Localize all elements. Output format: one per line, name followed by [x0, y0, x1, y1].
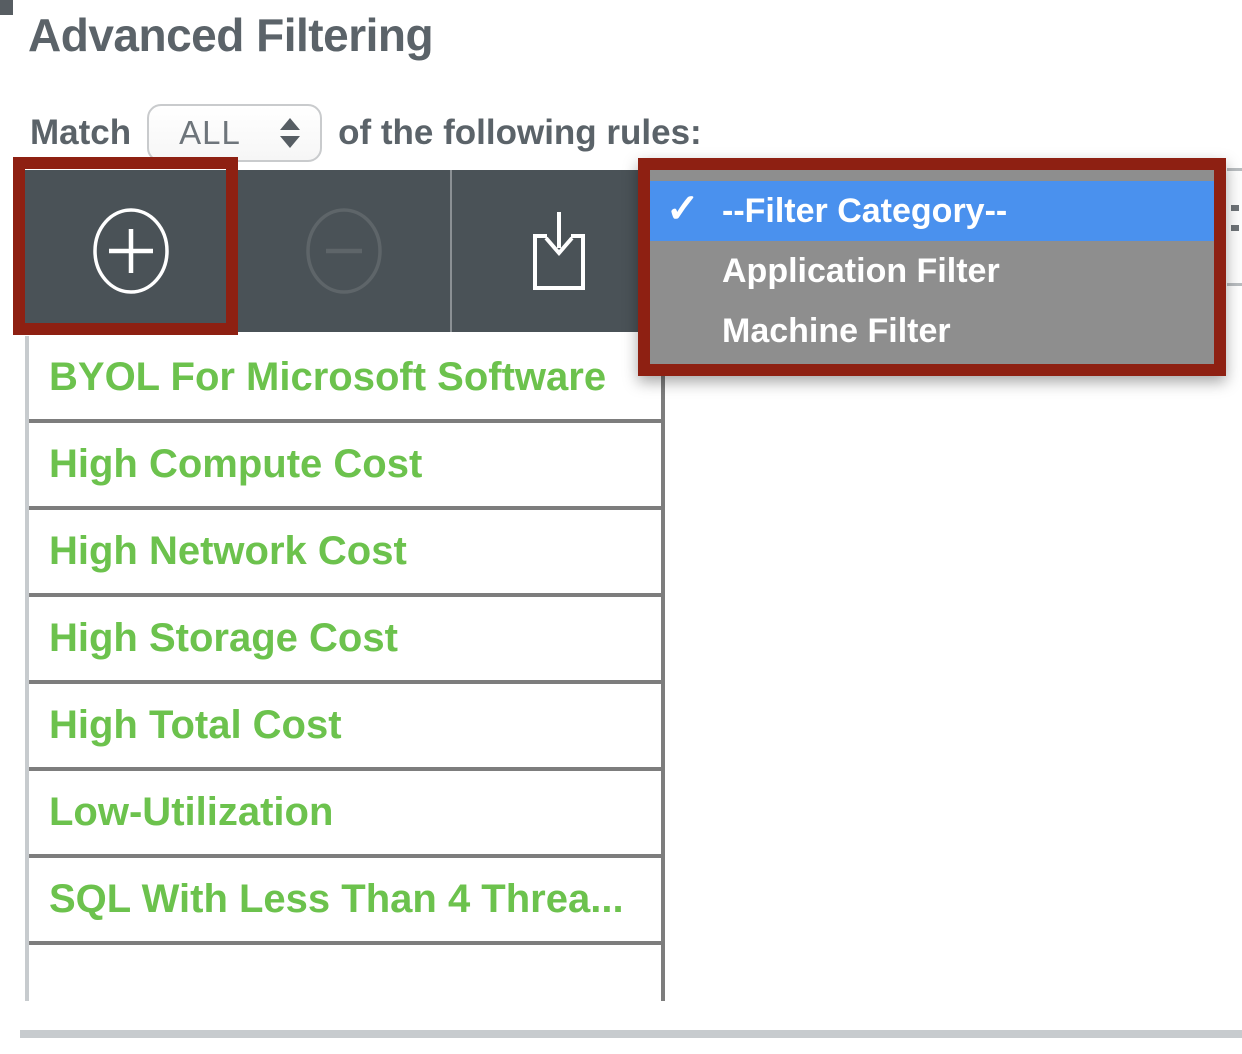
list-item[interactable]: SQL With Less Than 4 Threa... [29, 858, 661, 945]
import-tray-icon [527, 208, 591, 294]
list-item[interactable]: High Network Cost [29, 510, 661, 597]
match-label: Match [30, 113, 131, 153]
clipped-ui-fragment [0, 0, 13, 15]
checkmark-icon: ✓ [666, 186, 700, 232]
page-title: Advanced Filtering [28, 8, 433, 62]
menu-item-label: Application Filter [722, 252, 1000, 291]
list-item-empty [29, 945, 661, 1001]
remove-filter-button[interactable] [238, 170, 451, 332]
list-item[interactable]: Low-Utilization [29, 771, 661, 858]
match-mode-select[interactable]: ALL [147, 104, 322, 162]
saved-filter-list: BYOL For Microsoft Software High Compute… [25, 336, 665, 1001]
list-item[interactable]: High Storage Cost [29, 597, 661, 684]
menu-item-filter-category[interactable]: ✓ --Filter Category-- [650, 181, 1214, 241]
annotation-box-category-dropdown: ✓ --Filter Category-- Application Filter… [638, 158, 1226, 376]
panel-bottom-divider [20, 1030, 1242, 1038]
filter-category-menu: ✓ --Filter Category-- Application Filter… [650, 170, 1214, 364]
select-spinner-icon [280, 118, 300, 148]
menu-item-label: --Filter Category-- [722, 192, 1007, 231]
menu-item-label: Machine Filter [722, 312, 951, 351]
list-item[interactable]: BYOL For Microsoft Software [29, 336, 661, 423]
minus-circle-icon [304, 206, 384, 296]
menu-item-application-filter[interactable]: Application Filter [650, 241, 1214, 301]
list-item[interactable]: High Compute Cost [29, 423, 661, 510]
add-filter-button[interactable] [25, 170, 238, 332]
match-mode-value: ALL [179, 114, 241, 152]
plus-circle-icon [91, 206, 171, 296]
category-select-clipped[interactable] [1227, 168, 1242, 286]
list-item[interactable]: High Total Cost [29, 684, 661, 771]
menu-item-machine-filter[interactable]: Machine Filter [650, 301, 1214, 361]
match-rule-bar: Match ALL of the following rules: [30, 102, 702, 164]
filter-toolbar [25, 170, 665, 332]
match-rules-label: of the following rules: [338, 113, 702, 153]
import-filter-button[interactable] [450, 170, 665, 332]
